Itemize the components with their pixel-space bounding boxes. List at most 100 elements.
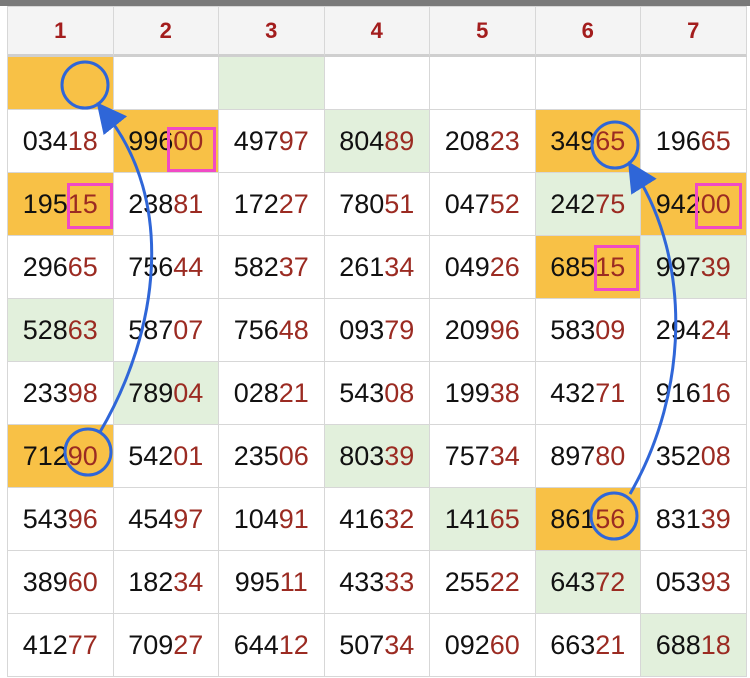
number-prefix: 780	[339, 188, 385, 219]
number-prefix: 034	[22, 125, 68, 156]
empty-cell	[324, 57, 430, 110]
number-prefix: 916	[655, 377, 701, 408]
number-prefix: 209	[444, 314, 490, 345]
column-header: 7	[641, 7, 747, 57]
number-prefix: 182	[128, 566, 174, 597]
number-cell: 053 93	[641, 551, 747, 614]
number-cell: 712 90	[8, 425, 114, 488]
number-cell: 034 18	[8, 110, 114, 173]
number-suffix: 39	[384, 440, 415, 471]
number-suffix: 96	[489, 314, 520, 345]
number-cell: 261 34	[324, 236, 430, 299]
number-prefix: 028	[233, 377, 279, 408]
number-cell: 804 89	[324, 110, 430, 173]
number-cell: 296 65	[8, 236, 114, 299]
number-prefix: 093	[339, 314, 385, 345]
number-cell: 104 91	[219, 488, 325, 551]
number-cell: 861 56	[535, 488, 641, 551]
number-prefix: 092	[444, 629, 490, 660]
empty-cell	[8, 57, 114, 110]
number-suffix: 27	[173, 629, 204, 660]
number-suffix: 27	[278, 188, 309, 219]
number-cell: 756 48	[219, 299, 325, 362]
number-cell: 389 60	[8, 551, 114, 614]
number-suffix: 11	[279, 566, 308, 597]
number-cell: 756 44	[113, 236, 219, 299]
number-cell: 583 09	[535, 299, 641, 362]
number-suffix: 65	[700, 125, 731, 156]
number-prefix: 543	[339, 377, 385, 408]
number-suffix: 80	[595, 440, 626, 471]
number-suffix: 26	[489, 251, 520, 282]
number-cell: 028 21	[219, 362, 325, 425]
number-suffix: 79	[384, 314, 415, 345]
number-cell: 209 96	[430, 299, 536, 362]
number-prefix: 196	[655, 125, 701, 156]
number-suffix: 93	[700, 566, 731, 597]
number-cell: 780 51	[324, 173, 430, 236]
number-prefix: 296	[22, 251, 68, 282]
number-prefix: 208	[444, 125, 490, 156]
number-prefix: 199	[444, 377, 490, 408]
number-prefix: 233	[22, 377, 68, 408]
number-suffix: 32	[384, 503, 415, 534]
number-prefix: 047	[444, 188, 490, 219]
number-prefix: 997	[655, 251, 701, 282]
number-prefix: 104	[233, 503, 279, 534]
number-suffix: 65	[489, 503, 520, 534]
number-cell: 182 34	[113, 551, 219, 614]
number-cell: 528 63	[8, 299, 114, 362]
number-prefix: 433	[339, 566, 385, 597]
number-cell: 995 11	[219, 551, 325, 614]
number-cell: 196 65	[641, 110, 747, 173]
number-cell: 454 97	[113, 488, 219, 551]
number-suffix: 75	[595, 188, 626, 219]
number-cell: 587 07	[113, 299, 219, 362]
number-cell: 233 98	[8, 362, 114, 425]
number-prefix: 238	[128, 188, 174, 219]
number-suffix: 56	[595, 503, 626, 534]
number-prefix: 507	[339, 629, 385, 660]
number-prefix: 995	[234, 566, 280, 597]
number-prefix: 897	[550, 440, 596, 471]
number-cell: 352 08	[641, 425, 747, 488]
number-suffix: 38	[489, 377, 520, 408]
number-cell: 199 38	[430, 362, 536, 425]
number-suffix: 15	[67, 188, 98, 219]
number-cell: 294 24	[641, 299, 747, 362]
number-suffix: 33	[384, 566, 415, 597]
number-suffix: 44	[173, 251, 204, 282]
number-cell: 172 27	[219, 173, 325, 236]
number-prefix: 644	[233, 629, 279, 660]
number-suffix: 39	[700, 251, 731, 282]
number-prefix: 542	[128, 440, 174, 471]
number-suffix: 89	[384, 125, 415, 156]
column-header: 5	[430, 7, 536, 57]
number-suffix: 08	[700, 440, 731, 471]
number-cell: 997 39	[641, 236, 747, 299]
empty-cell	[641, 57, 747, 110]
column-header: 1	[8, 7, 114, 57]
number-cell: 092 60	[430, 614, 536, 677]
number-prefix: 757	[444, 440, 490, 471]
number-prefix: 294	[655, 314, 701, 345]
number-suffix: 09	[595, 314, 626, 345]
number-suffix: 06	[278, 440, 309, 471]
number-cell: 047 52	[430, 173, 536, 236]
column-header: 4	[324, 7, 430, 57]
number-suffix: 21	[595, 629, 626, 660]
number-cell: 195 15	[8, 173, 114, 236]
number-prefix: 416	[339, 503, 385, 534]
number-suffix: 34	[173, 566, 204, 597]
number-cell: 497 97	[219, 110, 325, 173]
number-prefix: 412	[22, 629, 68, 660]
number-cell: 757 34	[430, 425, 536, 488]
number-suffix: 01	[173, 440, 204, 471]
number-suffix: 72	[595, 566, 626, 597]
number-suffix: 18	[67, 125, 98, 156]
number-suffix: 52	[489, 188, 520, 219]
number-suffix: 34	[384, 629, 415, 660]
number-suffix: 23	[489, 125, 520, 156]
number-prefix: 663	[550, 629, 596, 660]
number-cell: 543 08	[324, 362, 430, 425]
